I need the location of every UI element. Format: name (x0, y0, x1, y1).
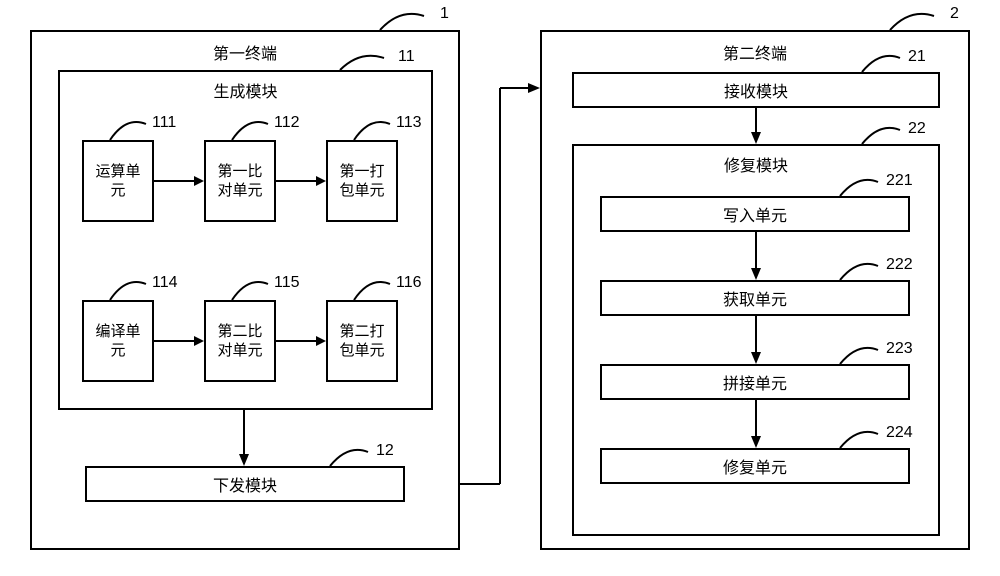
num-221: 221 (886, 172, 913, 190)
num-12: 12 (376, 442, 394, 460)
num-22: 22 (908, 120, 926, 138)
num-223: 223 (886, 340, 913, 358)
arrow-t1-t2 (460, 82, 540, 492)
unit-222-label: 获取单元 (723, 286, 787, 310)
unit-224-label: 修复单元 (723, 454, 787, 478)
recv-module: 接收模块 (572, 72, 940, 108)
unit-116: 第二打 包单元 (326, 300, 398, 382)
unit-221-label: 写入单元 (723, 202, 787, 226)
num-116: 116 (396, 274, 422, 292)
terminal-1-title: 第一终端 (32, 32, 458, 70)
unit-223-label: 拼接单元 (723, 370, 787, 394)
unit-224: 修复单元 (600, 448, 910, 484)
terminal-2-title: 第二终端 (542, 32, 968, 70)
unit-112: 第一比 对单元 (204, 140, 276, 222)
unit-222: 获取单元 (600, 280, 910, 316)
num-21: 21 (908, 48, 926, 66)
num-224: 224 (886, 424, 913, 442)
num-2: 2 (950, 5, 959, 23)
gen-module-title: 生成模块 (60, 72, 431, 102)
unit-113: 第一打 包单元 (326, 140, 398, 222)
num-222: 222 (886, 256, 913, 274)
num-115: 115 (274, 274, 300, 292)
num-112: 112 (274, 114, 300, 132)
diagram-root: { "terminal1": { "label": "第一终端", "num":… (0, 0, 1000, 576)
unit-111: 运算单 元 (82, 140, 154, 222)
unit-221: 写入单元 (600, 196, 910, 232)
num-113: 113 (396, 114, 422, 132)
num-111: 111 (152, 114, 176, 132)
unit-115: 第二比 对单元 (204, 300, 276, 382)
send-module-label: 下发模块 (213, 472, 277, 496)
num-114: 114 (152, 274, 178, 292)
recv-module-label: 接收模块 (724, 78, 788, 102)
num-1: 1 (440, 5, 449, 23)
unit-223: 拼接单元 (600, 364, 910, 400)
send-module: 下发模块 (85, 466, 405, 502)
unit-114: 编译单 元 (82, 300, 154, 382)
repair-module-title: 修复模块 (574, 146, 938, 176)
num-11: 11 (398, 48, 415, 66)
